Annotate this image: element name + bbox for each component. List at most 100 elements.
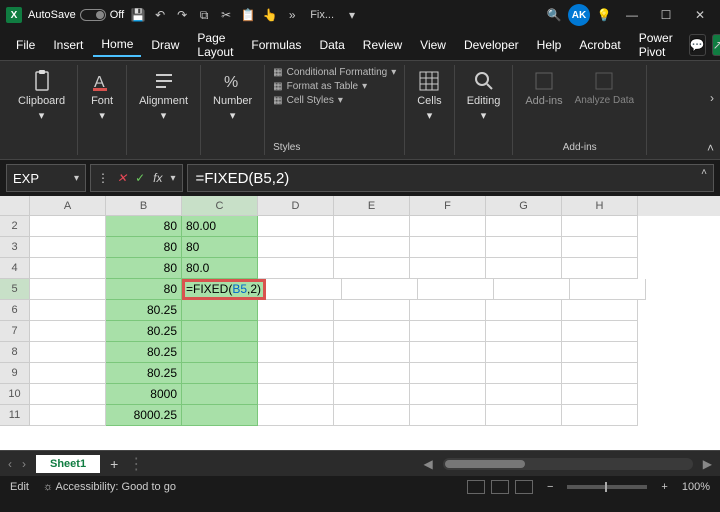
menu-data[interactable]: Data <box>311 34 352 56</box>
editing-button[interactable]: Editing ▾ <box>463 67 505 124</box>
row-header-7[interactable]: 7 <box>0 321 30 342</box>
cell-B8[interactable]: 80.25 <box>106 342 182 363</box>
menu-view[interactable]: View <box>412 34 454 56</box>
more-qat-icon[interactable]: » <box>284 7 300 23</box>
cell-D10[interactable] <box>258 384 334 405</box>
touch-icon[interactable]: 👆 <box>262 7 278 23</box>
column-header-F[interactable]: F <box>410 196 486 216</box>
menu-power-pivot[interactable]: Power Pivot <box>631 27 681 63</box>
autosave-toggle[interactable]: AutoSave Off <box>28 9 124 21</box>
cell-G4[interactable] <box>486 258 562 279</box>
cell-E6[interactable] <box>334 300 410 321</box>
cell-C4[interactable]: 80.0 <box>182 258 258 279</box>
row-header-8[interactable]: 8 <box>0 342 30 363</box>
cell-F7[interactable] <box>410 321 486 342</box>
cell-C7[interactable] <box>182 321 258 342</box>
cell-D3[interactable] <box>258 237 334 258</box>
confirm-formula-button[interactable]: ✓ <box>135 171 145 185</box>
cell-D5[interactable] <box>266 279 342 300</box>
cell-H11[interactable] <box>562 405 638 426</box>
menu-draw[interactable]: Draw <box>143 34 187 56</box>
collapse-ribbon-icon[interactable]: ˄ <box>707 141 714 155</box>
cell-C3[interactable]: 80 <box>182 237 258 258</box>
cell-E4[interactable] <box>334 258 410 279</box>
sheet-tab-sheet1[interactable]: Sheet1 <box>36 455 100 473</box>
column-header-G[interactable]: G <box>486 196 562 216</box>
cell-F9[interactable] <box>410 363 486 384</box>
maximize-button[interactable]: ☐ <box>652 1 680 29</box>
cell-E11[interactable] <box>334 405 410 426</box>
column-header-D[interactable]: D <box>258 196 334 216</box>
doc-dropdown-icon[interactable]: ▾ <box>344 7 360 23</box>
cell-H8[interactable] <box>562 342 638 363</box>
hscroll-left[interactable]: ◀ <box>424 457 433 471</box>
comments-button[interactable]: 💬 <box>689 34 706 56</box>
cell-D4[interactable] <box>258 258 334 279</box>
expand-formula-icon[interactable]: ˄ <box>701 167 707 178</box>
menu-insert[interactable]: Insert <box>45 34 91 56</box>
row-header-10[interactable]: 10 <box>0 384 30 405</box>
cell-D7[interactable] <box>258 321 334 342</box>
formula-bar[interactable]: =FIXED(B5,2) ˄ <box>187 164 715 192</box>
search-icon[interactable]: 🔍 <box>546 7 562 23</box>
row-header-4[interactable]: 4 <box>0 258 30 279</box>
row-header-6[interactable]: 6 <box>0 300 30 321</box>
cell-H5[interactable] <box>570 279 646 300</box>
cell-E9[interactable] <box>334 363 410 384</box>
ribbon-more-icon[interactable]: › <box>710 91 714 105</box>
addins-button[interactable]: Add-ins <box>521 67 566 109</box>
row-header-11[interactable]: 11 <box>0 405 30 426</box>
menu-file[interactable]: File <box>8 34 43 56</box>
undo-icon[interactable]: ↶ <box>152 7 168 23</box>
cell-H10[interactable] <box>562 384 638 405</box>
cell-G9[interactable] <box>486 363 562 384</box>
menu-help[interactable]: Help <box>529 34 570 56</box>
cell-E5[interactable] <box>342 279 418 300</box>
cell-F4[interactable] <box>410 258 486 279</box>
paste-icon[interactable]: 📋 <box>240 7 256 23</box>
cell-D8[interactable] <box>258 342 334 363</box>
zoom-in-button[interactable]: + <box>661 481 667 493</box>
add-sheet-button[interactable]: + <box>110 456 118 472</box>
cell-F11[interactable] <box>410 405 486 426</box>
save-icon[interactable]: 💾 <box>130 7 146 23</box>
format-as-table-button[interactable]: ▦Format as Table ▾ <box>273 81 396 92</box>
minimize-button[interactable]: — <box>618 1 646 29</box>
cell-C11[interactable] <box>182 405 258 426</box>
menu-formulas[interactable]: Formulas <box>243 34 309 56</box>
name-box[interactable]: EXP ▾ <box>6 164 86 192</box>
number-button[interactable]: % Number ▾ <box>209 67 256 124</box>
column-header-H[interactable]: H <box>562 196 638 216</box>
menu-page-layout[interactable]: Page Layout <box>189 27 241 63</box>
zoom-percent[interactable]: 100% <box>682 481 710 493</box>
normal-view-button[interactable] <box>467 480 485 494</box>
cell-D6[interactable] <box>258 300 334 321</box>
cell-G5[interactable] <box>494 279 570 300</box>
accessibility-status[interactable]: ☼ Accessibility: Good to go <box>43 481 176 493</box>
cell-A2[interactable] <box>30 216 106 237</box>
cell-A4[interactable] <box>30 258 106 279</box>
cell-D11[interactable] <box>258 405 334 426</box>
copy-icon[interactable]: ⧉ <box>196 7 212 23</box>
avatar[interactable]: AK <box>568 4 590 26</box>
column-header-C[interactable]: C <box>182 196 258 216</box>
tab-nav-prev[interactable]: ‹ <box>8 457 12 471</box>
cell-F8[interactable] <box>410 342 486 363</box>
cell-B9[interactable]: 80.25 <box>106 363 182 384</box>
hscroll-right[interactable]: ▶ <box>703 457 712 471</box>
cell-G2[interactable] <box>486 216 562 237</box>
row-header-5[interactable]: 5 <box>0 279 30 300</box>
cell-H4[interactable] <box>562 258 638 279</box>
cell-F6[interactable] <box>410 300 486 321</box>
select-all-corner[interactable] <box>0 196 30 216</box>
cancel-formula-button[interactable]: ✕ <box>117 171 127 185</box>
tab-nav-next[interactable]: › <box>22 457 26 471</box>
clipboard-button[interactable]: Clipboard ▾ <box>14 67 69 124</box>
column-header-A[interactable]: A <box>30 196 106 216</box>
cell-C5[interactable]: =FIXED(B5,2) <box>182 279 266 300</box>
zoom-slider[interactable] <box>567 485 647 489</box>
cell-G6[interactable] <box>486 300 562 321</box>
cell-A6[interactable] <box>30 300 106 321</box>
cell-B3[interactable]: 80 <box>106 237 182 258</box>
menu-review[interactable]: Review <box>355 34 410 56</box>
